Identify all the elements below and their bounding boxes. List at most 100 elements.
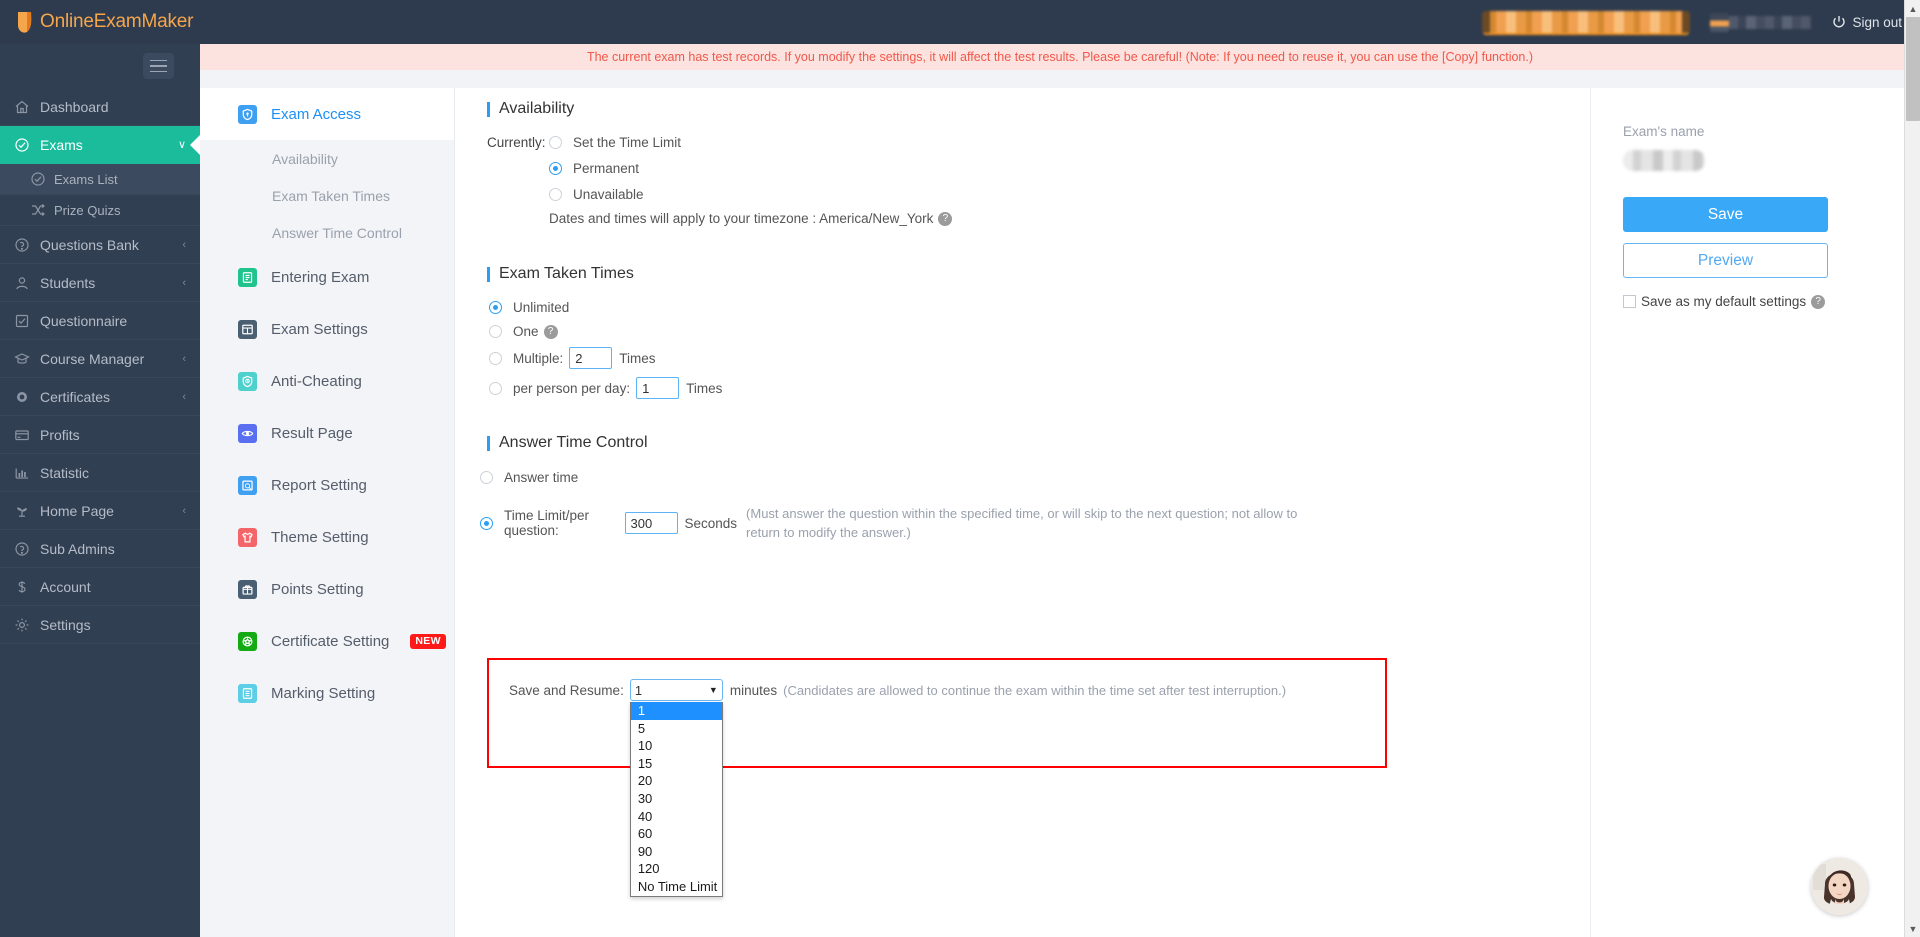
dropdown-option[interactable]: 10 — [631, 737, 722, 755]
report-icon — [238, 475, 257, 495]
secnav-item-theme-setting[interactable]: Theme Setting — [200, 511, 454, 563]
upgrade-banner-redacted[interactable] — [1482, 11, 1691, 33]
per-day-times-input[interactable] — [636, 377, 680, 399]
sidebar-item-profits[interactable]: Profits — [0, 416, 200, 454]
page-scrollbar[interactable]: ▲ ▼ — [1904, 0, 1920, 937]
sidebar-item-settings[interactable]: Settings — [0, 606, 200, 644]
radio-per-person-per-day[interactable] — [489, 381, 502, 395]
time-limit-seconds-input[interactable] — [624, 512, 678, 534]
avatar — [1710, 12, 1730, 32]
save-and-resume-select[interactable]: 1 ▼ — [629, 679, 723, 701]
user-account-redacted[interactable] — [1710, 12, 1813, 32]
dropdown-option[interactable]: 20 — [631, 772, 722, 790]
brand-logo[interactable]: OnlineExamMaker — [0, 0, 200, 44]
sidebar-item-label: Settings — [40, 616, 91, 633]
radio-unlimited[interactable] — [489, 301, 502, 314]
sidebar-subitem-prize-quizs[interactable]: Prize Quizs — [0, 195, 200, 226]
secnav-subitem-label: Answer Time Control — [272, 224, 402, 241]
dropdown-option[interactable]: 30 — [631, 790, 722, 808]
option-label-unavailable: Unavailable — [573, 187, 644, 202]
chevron-icon: ‹ — [182, 352, 186, 365]
secnav-item-certificate-setting[interactable]: Certificate Setting NEW — [200, 615, 454, 667]
multiple-times-input[interactable] — [569, 347, 613, 369]
option-label-unlimited: Unlimited — [513, 300, 570, 315]
dropdown-option[interactable]: 60 — [631, 825, 722, 843]
secnav-item-points-setting[interactable]: Points Setting — [200, 563, 454, 615]
radio-one[interactable] — [489, 325, 502, 338]
exam-name-label: Exam's name — [1623, 124, 1705, 139]
radio-time-limit-per-question[interactable] — [480, 516, 493, 530]
sidebar-item-label: Home Page — [40, 502, 114, 519]
secnav-subitem-availability[interactable]: Availability — [200, 140, 454, 177]
radio-permanent[interactable] — [549, 162, 562, 175]
secnav-item-marking-setting[interactable]: Marking Setting — [200, 667, 454, 719]
secnav-item-report-setting[interactable]: Report Setting — [200, 459, 454, 511]
secnav-item-exam-settings[interactable]: Exam Settings — [200, 303, 454, 355]
username-redacted — [1729, 15, 1813, 29]
sidebar-item-dashboard[interactable]: Dashboard — [0, 88, 200, 126]
preview-button[interactable]: Preview — [1623, 243, 1828, 278]
warning-banner: The current exam has test records. If yo… — [200, 44, 1920, 70]
option-label-time-limit: Time Limit/per question: — [504, 508, 590, 538]
radio-multiple[interactable] — [489, 351, 502, 365]
scrollbar-thumb[interactable] — [1906, 17, 1920, 121]
taken-times-multiple-row: Multiple: Times — [489, 347, 1590, 369]
radio-answer-time[interactable] — [480, 471, 493, 484]
question-circle-icon — [14, 541, 40, 557]
sidebar-item-home-page[interactable]: Home Page ‹ — [0, 492, 200, 530]
dropdown-option[interactable]: 120 — [631, 860, 722, 878]
sidebar-item-statistic[interactable]: Statistic — [0, 454, 200, 492]
sidebar-toggle-wrap — [0, 44, 200, 88]
support-chat-avatar[interactable] — [1811, 858, 1868, 915]
sidebar-item-exams[interactable]: Exams ∨ — [0, 126, 200, 164]
currently-label: Currently: — [487, 135, 546, 150]
top-bar-right: Sign out — [1482, 0, 1920, 44]
sign-out-label: Sign out — [1852, 14, 1902, 30]
secnav-item-label: Exam Access — [271, 105, 362, 123]
sidebar-item-certificates[interactable]: Certificates ‹ — [0, 378, 200, 416]
exam-name-value-redacted — [1623, 150, 1705, 171]
timezone-help-icon[interactable]: ? — [938, 211, 953, 226]
sidebar-item-account[interactable]: Account — [0, 568, 200, 606]
marking-icon — [238, 683, 257, 703]
sidebar-item-sub-admins[interactable]: Sub Admins — [0, 530, 200, 568]
dropdown-option[interactable]: 15 — [631, 755, 722, 773]
scroll-down-arrow-icon[interactable]: ▼ — [1905, 920, 1920, 937]
shield-clock-icon — [238, 371, 257, 391]
sidebar-subitem-exams-list[interactable]: Exams List — [0, 164, 200, 195]
secnav-subitem-answer-time-control[interactable]: Answer Time Control — [200, 214, 454, 251]
save-as-default-checkbox[interactable] — [1623, 295, 1636, 308]
one-help-icon[interactable]: ? — [543, 324, 558, 339]
secnav-item-entering-exam[interactable]: Entering Exam — [200, 251, 454, 303]
dropdown-option[interactable]: 90 — [631, 843, 722, 861]
radio-unavailable[interactable] — [549, 188, 562, 201]
multiple-times-suffix: Times — [619, 350, 656, 366]
chevron-icon: ‹ — [182, 276, 186, 289]
hamburger-menu-icon[interactable] — [143, 53, 174, 79]
secnav-item-anti-cheating[interactable]: Anti-Cheating — [200, 355, 454, 407]
save-button[interactable]: Save — [1623, 197, 1828, 232]
dropdown-option[interactable]: No Time Limit — [631, 878, 722, 896]
sidebar-item-students[interactable]: Students ‹ — [0, 264, 200, 302]
sidebar-item-questions-bank[interactable]: Questions Bank ‹ — [0, 226, 200, 264]
secnav-item-exam-access[interactable]: Exam Access — [200, 88, 454, 140]
dropdown-option[interactable]: 5 — [631, 720, 722, 738]
scroll-up-arrow-icon[interactable]: ▲ — [1905, 0, 1920, 17]
chevron-icon: ‹ — [182, 504, 186, 517]
availability-permanent-row: Permanent — [549, 161, 1590, 176]
save-as-default-help-icon[interactable]: ? — [1811, 294, 1826, 309]
save-and-resume-dropdown[interactable]: 1 5 10 15 20 30 40 60 90 120 No Time Limit — [629, 702, 723, 897]
radio-set-time-limit[interactable] — [549, 136, 562, 149]
sidebar-item-label: Questions Bank — [40, 236, 139, 253]
secnav-item-result-page[interactable]: Result Page — [200, 407, 454, 459]
dropdown-option[interactable]: 1 — [630, 702, 722, 720]
sidebar-item-questionnaire[interactable]: Questionnaire — [0, 302, 200, 340]
secnav-subitem-exam-taken-times[interactable]: Exam Taken Times — [200, 177, 454, 214]
minutes-unit-label: minutes — [729, 682, 778, 698]
sidebar-item-course-manager[interactable]: Course Manager ‹ — [0, 340, 200, 378]
sign-out-button[interactable]: Sign out — [1832, 15, 1902, 30]
eye-icon — [238, 423, 257, 443]
secnav-item-label: Marking Setting — [271, 684, 376, 702]
dropdown-option[interactable]: 40 — [631, 808, 722, 826]
availability-heading: Availability — [487, 100, 1590, 118]
